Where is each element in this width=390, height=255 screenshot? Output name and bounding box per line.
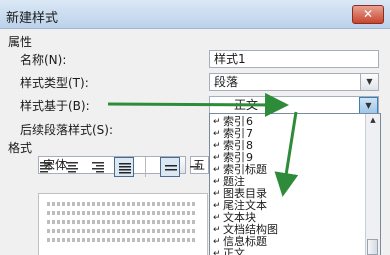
annotation-arrow-right (107, 92, 289, 117)
new-style-dialog: 新建样式 ✕ 属性 名称(N): 样式1 样式类型(T): 段落 ▼ 样式基于(… (0, 0, 390, 255)
annotation-arrows (107, 92, 299, 197)
annotation-arrow-down (274, 111, 299, 197)
